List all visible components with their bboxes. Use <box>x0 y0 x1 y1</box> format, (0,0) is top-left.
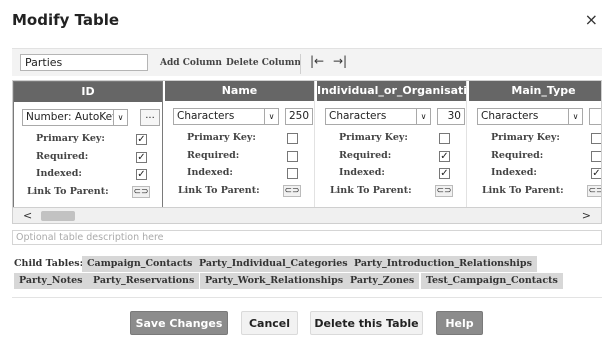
link-icon[interactable]: ⊂⊃ <box>132 186 150 198</box>
child-table-chip[interactable]: Party_Work_Relationships <box>200 273 349 289</box>
delete-table-button[interactable]: Delete this Table <box>310 311 423 335</box>
move-left-arrow-icon[interactable]: |← <box>310 54 324 68</box>
column-type-value: Characters <box>329 110 387 122</box>
link-icon[interactable]: ⊂⊃ <box>283 185 301 197</box>
link-icon[interactable]: ⊂⊃ <box>587 185 601 197</box>
column-name-header[interactable]: Main_Type <box>469 81 601 101</box>
indexed-checkbox[interactable] <box>287 168 298 179</box>
child-table-chip[interactable]: Party_Individual_Categories <box>194 256 353 272</box>
column-card[interactable]: ID Number: AutoKey ∨... Primary Key: ✓ Requir… <box>13 81 163 207</box>
child-table-chip[interactable]: Party_Zones <box>345 273 420 289</box>
footer-divider <box>12 297 602 298</box>
scrollbar-thumb[interactable] <box>41 211 75 221</box>
child-table-chip[interactable]: Campaign_Contacts <box>82 256 198 272</box>
primary-key-checkbox[interactable] <box>287 133 298 144</box>
primary-key-checkbox[interactable] <box>591 133 601 144</box>
child-table-chip[interactable]: Test_Campaign_Contacts <box>421 273 563 289</box>
child-table-chip[interactable]: Party_Notes <box>14 273 88 289</box>
scroll-right-icon[interactable]: > <box>582 209 591 222</box>
column-size-input[interactable]: 250 <box>285 108 313 125</box>
column-type-select[interactable]: Number: AutoKey ∨ <box>22 109 128 126</box>
primary-key-label: Primary Key: <box>187 132 256 143</box>
move-right-arrow-icon[interactable]: →| <box>333 54 347 68</box>
indexed-label: Indexed: <box>491 167 537 178</box>
link-icon[interactable]: ⊂⊃ <box>435 185 453 197</box>
column-type-value: Number: AutoKey <box>26 111 119 123</box>
required-label: Required: <box>36 151 89 162</box>
columns-editor: ID Number: AutoKey ∨... Primary Key: ✓ Requir… <box>12 80 602 208</box>
column-card[interactable]: Main_Type Characters ∨ 2 Primary Key: Require… <box>469 81 601 207</box>
column-type-value: Characters <box>177 110 235 122</box>
column-size-input[interactable]: 30 <box>437 108 465 125</box>
column-size-input[interactable]: 2 <box>589 108 601 125</box>
indexed-label: Indexed: <box>339 167 385 178</box>
indexed-checkbox[interactable]: ✓ <box>591 168 601 179</box>
indexed-label: Indexed: <box>187 167 233 178</box>
primary-key-checkbox[interactable] <box>439 133 450 144</box>
toolbar-divider <box>300 54 301 74</box>
link-to-parent-label: Link To Parent: <box>178 185 260 196</box>
dialog-title: Modify Table <box>12 11 120 29</box>
close-icon[interactable]: × <box>585 12 598 28</box>
link-to-parent-label: Link To Parent: <box>482 185 564 196</box>
scroll-left-icon[interactable]: < <box>23 209 32 222</box>
primary-key-label: Primary Key: <box>36 133 105 144</box>
required-checkbox[interactable] <box>591 151 601 162</box>
indexed-checkbox[interactable]: ✓ <box>136 169 147 180</box>
child-table-chip[interactable]: Party_Reservations <box>88 273 200 289</box>
column-name-header[interactable]: Name <box>165 81 314 101</box>
toolbar: Add Column Delete Column |← →| <box>12 48 602 76</box>
horizontal-scrollbar[interactable]: < > <box>12 208 602 224</box>
required-label: Required: <box>187 150 240 161</box>
save-changes-button[interactable]: Save Changes <box>130 311 228 335</box>
column-type-select[interactable]: Characters ∨ <box>173 108 279 125</box>
cancel-button[interactable]: Cancel <box>241 311 298 335</box>
required-label: Required: <box>339 150 392 161</box>
table-name-input[interactable] <box>20 54 148 71</box>
primary-key-label: Primary Key: <box>491 132 560 143</box>
required-checkbox[interactable] <box>287 151 298 162</box>
column-type-value: Characters <box>481 110 539 122</box>
indexed-label: Indexed: <box>36 168 82 179</box>
link-to-parent-label: Link To Parent: <box>27 186 109 197</box>
column-type-select[interactable]: Characters ∨ <box>477 108 583 125</box>
chevron-down-icon[interactable]: ∨ <box>568 109 582 124</box>
chevron-down-icon[interactable]: ∨ <box>264 109 278 124</box>
more-options-button[interactable]: ... <box>140 109 160 126</box>
add-column-button[interactable]: Add Column <box>160 58 222 68</box>
child-tables-label: Child Tables: <box>14 258 84 269</box>
primary-key-checkbox[interactable]: ✓ <box>136 134 147 145</box>
chevron-down-icon[interactable]: ∨ <box>416 109 430 124</box>
delete-column-button[interactable]: Delete Column <box>226 58 301 68</box>
required-checkbox[interactable]: ✓ <box>136 152 147 163</box>
table-description-input[interactable]: Optional table description here <box>12 230 602 245</box>
chevron-down-icon[interactable]: ∨ <box>113 110 127 125</box>
required-checkbox[interactable]: ✓ <box>439 151 450 162</box>
help-button[interactable]: Help <box>436 311 483 335</box>
link-to-parent-label: Link To Parent: <box>330 185 412 196</box>
column-card[interactable]: Individual_or_Organisation Characters ∨ 30 P… <box>317 81 482 207</box>
required-label: Required: <box>491 150 544 161</box>
column-card[interactable]: Name Characters ∨ 250 Primary Key: Required: I… <box>165 81 315 207</box>
primary-key-label: Primary Key: <box>339 132 408 143</box>
column-name-header[interactable]: Individual_or_Organisation <box>317 81 482 101</box>
child-table-chip[interactable]: Party_Introduction_Relationships <box>349 256 537 272</box>
column-name-header[interactable]: ID <box>14 82 162 102</box>
indexed-checkbox[interactable]: ✓ <box>439 168 450 179</box>
column-type-select[interactable]: Characters ∨ <box>325 108 431 125</box>
